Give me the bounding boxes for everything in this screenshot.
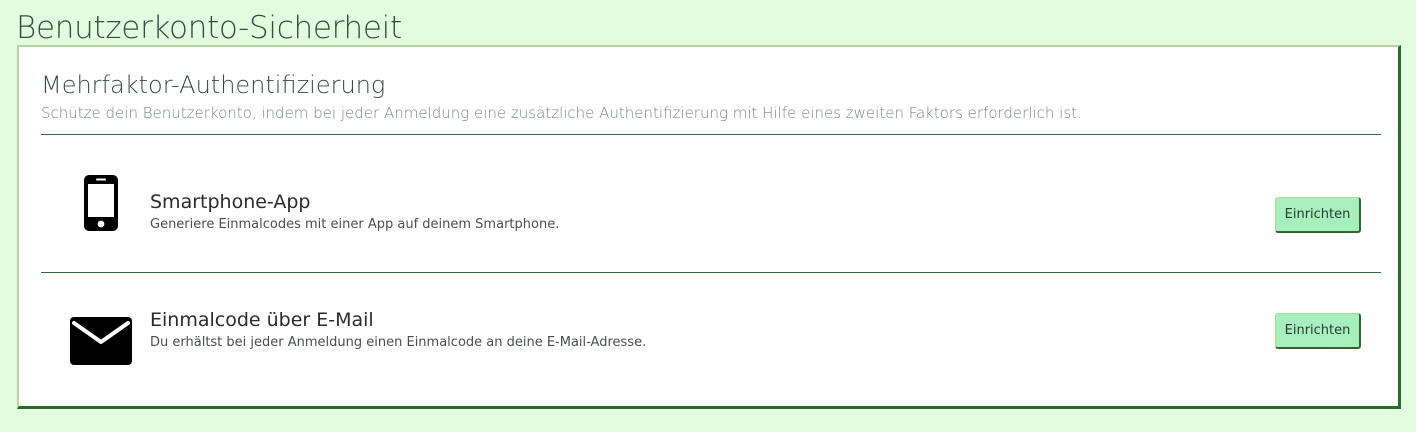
method-description: Du erhältst bei jeder Anmeldung einen Ei…	[150, 335, 647, 350]
method-row-smartphone-app: Smartphone-App Generiere Einmalcodes mit…	[41, 135, 1381, 271]
method-name: Einmalcode über E-Mail	[150, 309, 374, 331]
setup-email-button[interactable]: Einrichten	[1275, 313, 1361, 349]
method-description: Generiere Einmalcodes mit einer App auf …	[150, 217, 560, 232]
smartphone-icon	[41, 135, 161, 271]
section-title: Mehrfaktor-Authentifizierung	[41, 71, 386, 99]
page-title: Benutzerkonto-Sicherheit	[16, 10, 402, 46]
method-name: Smartphone-App	[150, 191, 311, 213]
mfa-card: Mehrfaktor-Authentifizierung Schütze dei…	[17, 45, 1401, 409]
section-description: Schütze dein Benutzerkonto, indem bei je…	[41, 104, 1082, 122]
method-row-email: Einmalcode über E-Mail Du erhältst bei j…	[41, 273, 1381, 409]
setup-smartphone-app-button[interactable]: Einrichten	[1275, 197, 1361, 233]
envelope-icon	[41, 273, 161, 409]
